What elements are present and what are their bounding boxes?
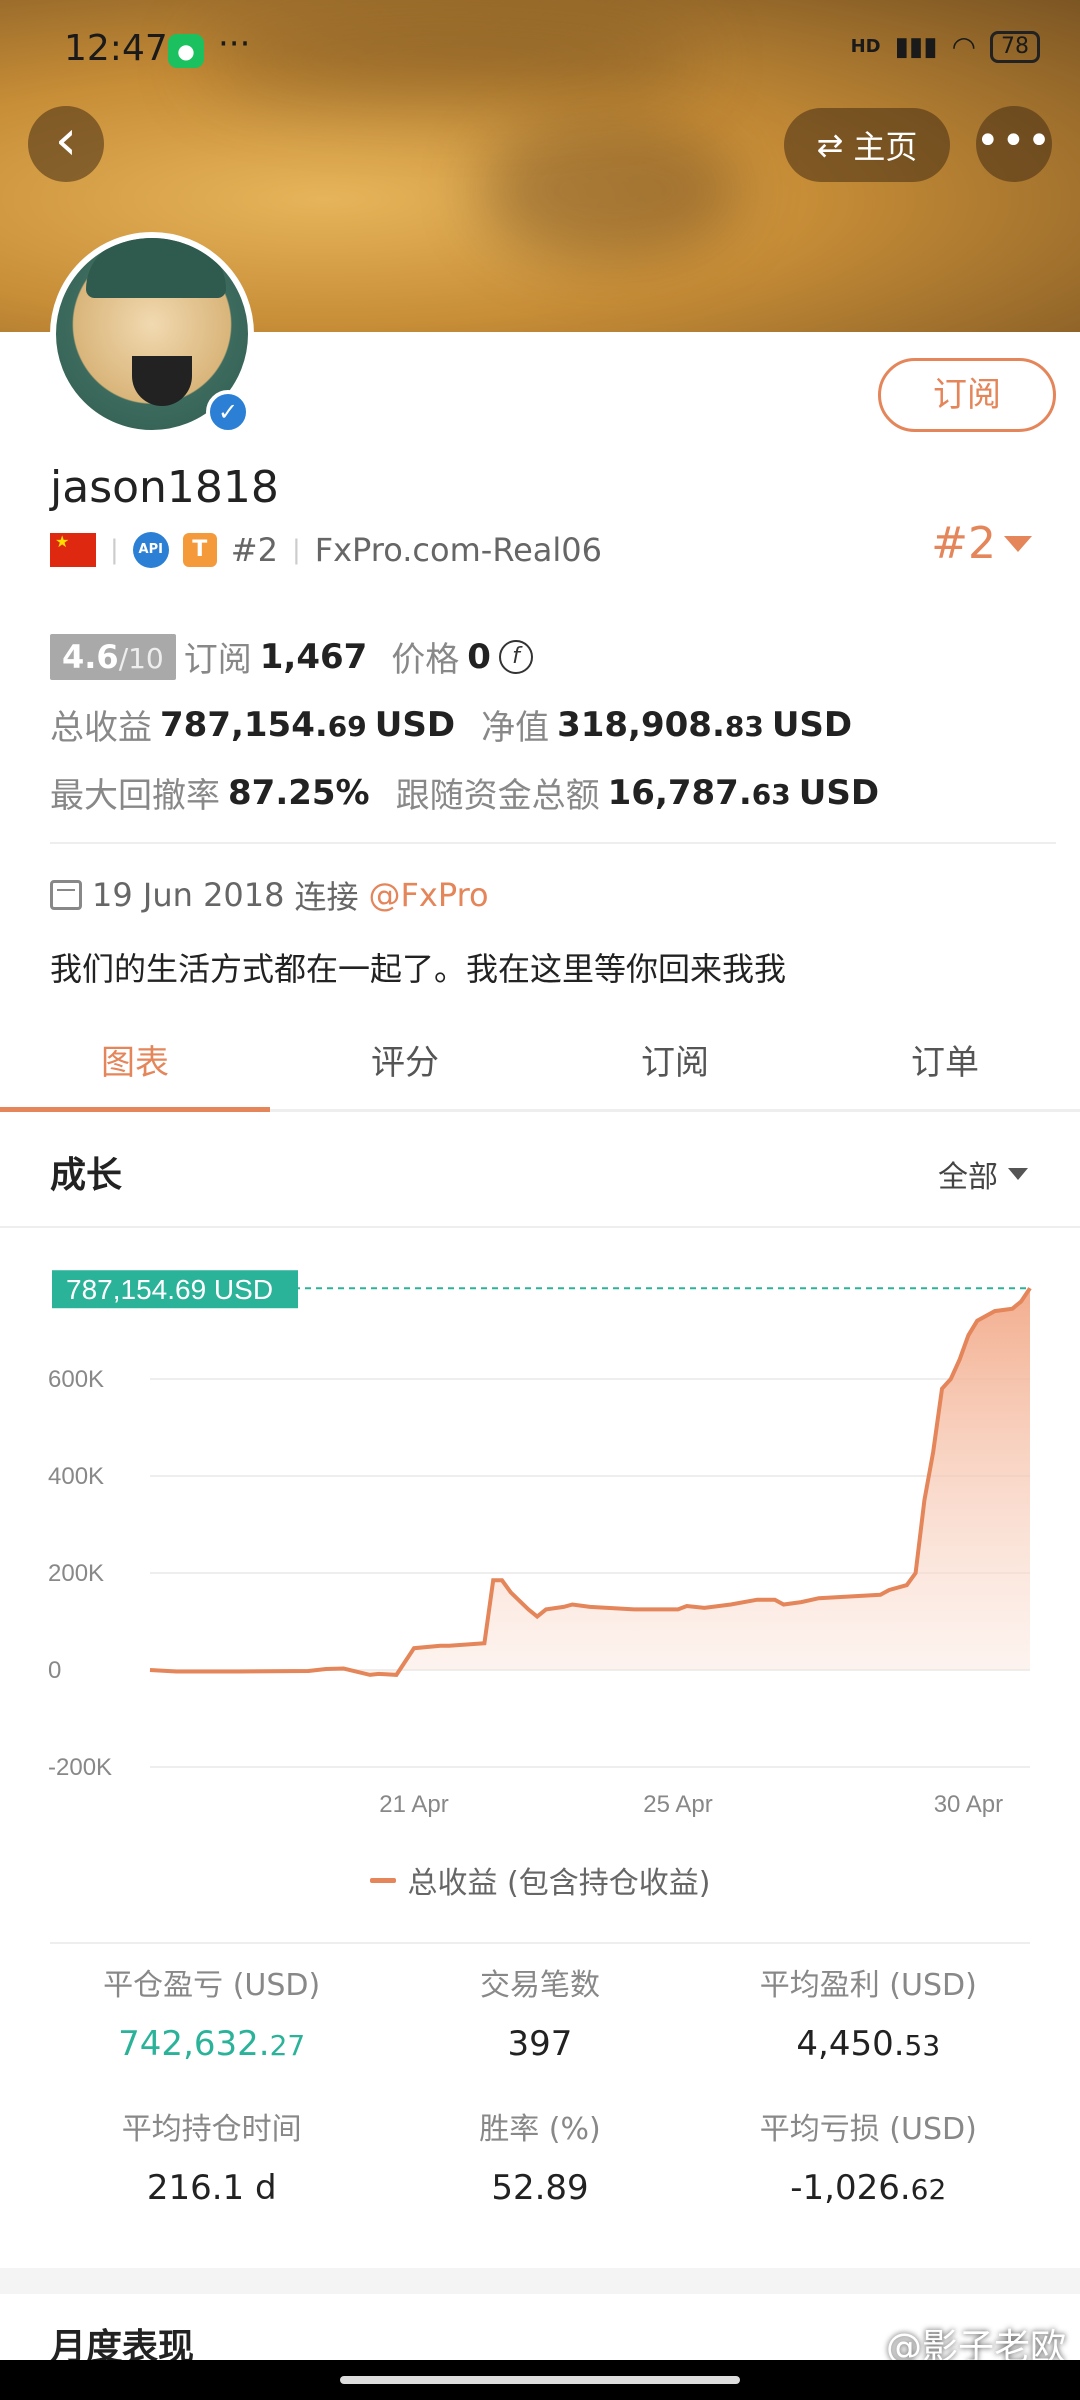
total-profit-value: 787,154.69 [160,704,367,745]
coin-icon: f [498,639,533,674]
x-tick-label: 21 Apr [379,1791,448,1818]
summary-value: 216.1 d [146,2168,277,2208]
growth-chart[interactable]: 600K 400K 200K 0 -200K 21 Apr 25 Apr 30 Apr 787,… [0,1240,1080,1820]
summary-value: 742,632.27 [118,2024,306,2064]
network-type: HD [850,36,881,57]
stats-row-3: 最大回撤率 87.25% 跟随资金总额 16,787.63 USD [50,768,879,817]
summary-row: 平仓盈亏 (USD) 742,632.27 交易笔数 397 平均盈利 (USD) 4,4… [50,1960,1030,2064]
summary-cell: 平仓盈亏 (USD) 742,632.27 [50,1960,373,2064]
connect-label: 连接 [294,878,359,916]
summary-cell: 平均亏损 (USD) -1,026.62 [707,2104,1030,2208]
wifi-icon: ◠ [951,30,976,63]
caret-down-icon [1004,535,1032,552]
bio-text: 我们的生活方式都在一起了。我在这里等你回来我我 [50,950,787,988]
growth-title: 成长 [50,1155,123,1196]
rank-big-label: #2 [931,518,996,569]
joined-date: 19 Jun 2018 [92,876,285,914]
status-time: 12:47 [64,28,168,69]
tab-rating[interactable]: 评分 [270,1020,540,1109]
back-button[interactable]: ‹ [28,106,104,182]
follow-funds-label: 跟随资金总额 [395,776,600,816]
switch-icon: ⇄ [816,126,844,164]
summary-label: 胜率 (%) [479,2112,601,2147]
battery-icon: 78 [990,30,1040,63]
api-badge: API [132,532,169,568]
summary-label: 平均盈利 (USD) [759,1968,977,2003]
caret-down-icon [1008,1168,1028,1180]
profile-meta: | API T #2 | FxPro.com-Real06 [50,528,602,572]
tab-orders[interactable]: 订单 [810,1020,1080,1109]
username: jason1818 [50,462,279,513]
signal-icon: ▮▮▮ [894,31,938,62]
status-bar: 12:47 ● ··· HD ▮▮▮ ◠ 78 [0,0,1080,100]
x-tick-label: 25 Apr [643,1791,712,1818]
tab-subscription[interactable]: 订阅 [540,1020,810,1109]
rank-small: #2 [230,531,278,569]
summary-cell: 平均盈利 (USD) 4,450.53 [707,1960,1030,2064]
price-label: 价格 [391,640,460,680]
subscribe-button[interactable]: 订阅 [878,358,1056,432]
summary-value: 52.89 [491,2168,589,2208]
chart-legend: 总收益 (包含持仓收益) [0,1858,1080,1902]
t-badge: T [182,533,217,567]
calendar-icon [50,880,82,910]
equity-label: 净值 [481,708,550,748]
legend-label: 总收益 (包含持仓收益) [407,1866,711,1901]
summary-value: -1,026.62 [790,2168,947,2208]
summary-label: 平均亏损 (USD) [759,2112,977,2147]
summary-cell: 交易笔数 397 [378,1960,701,2064]
current-value-label: 787,154.69 USD [66,1274,273,1305]
home-indicator[interactable] [340,2376,740,2384]
broker-link[interactable]: @FxPro [369,876,489,914]
range-filter-label: 全部 [938,1160,998,1195]
home-button-label: 主页 [853,128,918,166]
summary-cell: 平均持仓时间 216.1 d [50,2104,373,2208]
equity-value: 318,908.83 [557,704,764,745]
price-value: 0 [467,636,491,677]
stats-row-2: 总收益 787,154.69 USD 净值 318,908.83 USD [50,700,852,749]
max-drawdown-label: 最大回撤率 [50,776,220,816]
home-button[interactable]: ⇄ 主页 [784,108,950,182]
profit-area [150,1288,1030,1675]
summary-label: 平均持仓时间 [121,2112,302,2147]
follow-funds-value: 16,787.63 [607,772,791,813]
max-drawdown-value: 87.25% [228,772,370,813]
tab-bar: 图表 评分 订阅 订单 [0,1020,1080,1112]
system-nav-bar [0,2360,1080,2400]
y-tick-label: 600K [48,1366,104,1393]
y-tick-label: 200K [48,1560,104,1587]
summary-cell: 胜率 (%) 52.89 [378,2104,701,2208]
joined-info: 19 Jun 2018 连接 @FxPro [50,872,489,918]
score-badge: 4.6/10 [50,633,176,680]
legend-line-icon [369,1877,396,1883]
subscribers-label: 订阅 [183,640,252,680]
wechat-icon: ● [168,34,204,68]
tab-chart[interactable]: 图表 [0,1020,270,1112]
verified-icon: ✓ [206,390,250,434]
more-options-button[interactable]: ••• [976,106,1052,182]
subscribers-value: 1,467 [259,636,368,677]
summary-value: 397 [507,2024,573,2064]
y-tick-label: 0 [48,1657,61,1684]
total-profit-label: 总收益 [50,708,152,748]
x-tick-label: 30 Apr [934,1791,1003,1818]
trade-summary: 平仓盈亏 (USD) 742,632.27 交易笔数 397 平均盈利 (USD) 4,4… [50,1960,1030,2208]
account-name: FxPro.com-Real06 [314,531,603,569]
stats-row-1: 4.6/10 订阅 1,467 价格 0 f [50,632,533,681]
summary-value: 4,450.53 [796,2024,941,2064]
y-tick-label: 400K [48,1463,104,1490]
divider [50,842,1056,844]
summary-label: 平仓盈亏 (USD) [103,1968,321,2003]
y-tick-label: -200K [48,1754,112,1781]
range-filter-dropdown[interactable]: 全部 [938,1152,1028,1196]
rank-dropdown[interactable]: #2 [931,518,1032,569]
summary-label: 交易笔数 [479,1968,600,2003]
china-flag-icon [50,532,96,567]
more-notifications-icon: ··· [218,24,251,64]
summary-row: 平均持仓时间 216.1 d 胜率 (%) 52.89 平均亏损 (USD) -1,026… [50,2104,1030,2208]
